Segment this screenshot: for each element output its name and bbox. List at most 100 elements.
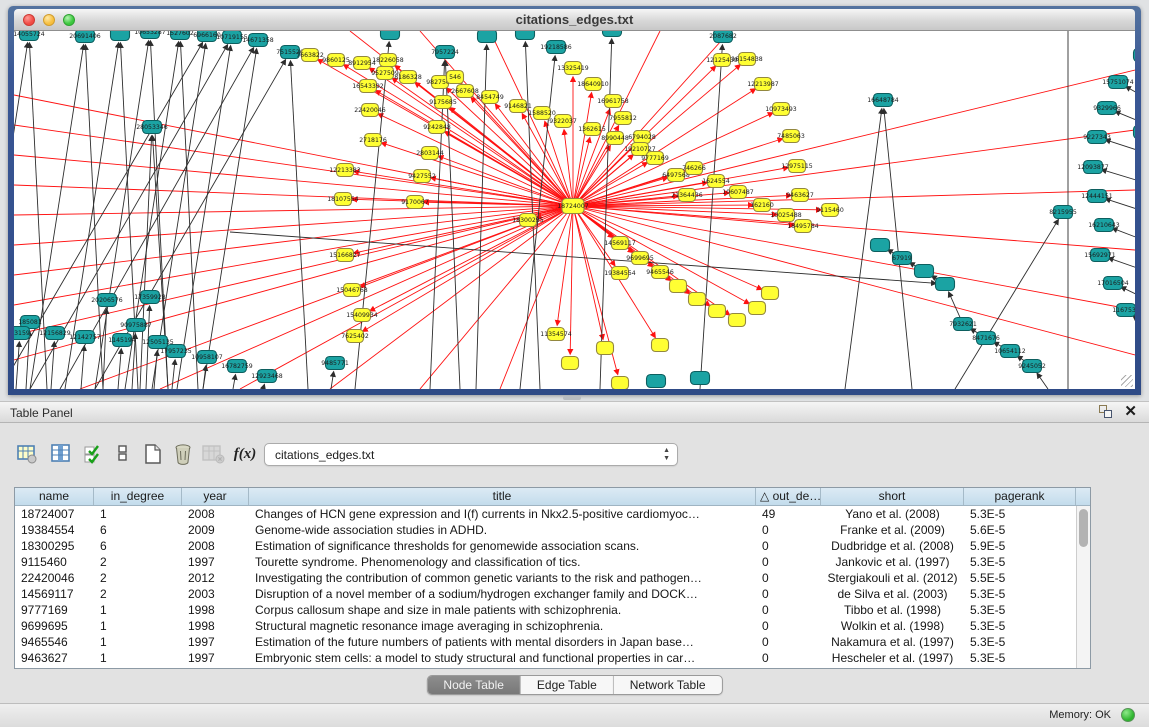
graph-node[interactable]: 13325419 — [557, 62, 589, 75]
graph-node[interactable]: 18724007 — [557, 199, 589, 214]
graph-node[interactable]: 2803144 — [416, 147, 444, 160]
graph-node[interactable]: 12093877 — [1077, 161, 1109, 174]
row-height-icon[interactable] — [110, 441, 136, 467]
graph-node[interactable]: 20691406 — [69, 31, 101, 43]
graph-node[interactable]: 17359928 — [134, 291, 166, 304]
graph-node[interactable] — [709, 305, 726, 318]
graph-node[interactable]: 7485063 — [777, 130, 805, 143]
graph-node[interactable]: 28053346 — [136, 121, 168, 134]
graph-node[interactable] — [729, 314, 746, 327]
graph-node[interactable]: 33159 — [14, 327, 30, 340]
new-table-icon[interactable] — [140, 441, 166, 467]
graph-node[interactable]: 67919 — [892, 252, 912, 265]
tab-node-table[interactable]: Node Table — [427, 676, 521, 694]
graph-node[interactable] — [1134, 126, 1136, 139]
window-resize-grip[interactable] — [1121, 375, 1133, 387]
graph-node[interactable]: 16782759 — [221, 360, 253, 373]
graph-node[interactable]: 14055724 — [14, 31, 45, 41]
graph-node[interactable]: 1362615 — [578, 123, 606, 136]
graph-node[interactable]: 7932621 — [949, 318, 977, 331]
column-header-name[interactable]: name — [15, 488, 94, 505]
graph-node[interactable]: 6794028 — [628, 131, 656, 144]
table-vertical-scrollbar[interactable] — [1076, 506, 1090, 668]
graph-node[interactable]: 8471676 — [972, 332, 1000, 345]
memory-indicator[interactable] — [1121, 708, 1135, 722]
graph-node[interactable] — [670, 280, 687, 293]
graph-node[interactable]: 546 — [447, 71, 464, 84]
graph-node[interactable] — [691, 372, 710, 385]
table-row[interactable]: 977716911998Corpus callosum shape and si… — [15, 602, 1090, 618]
graph-node[interactable]: 10653287 — [134, 31, 166, 39]
graph-node[interactable]: 15409934 — [346, 309, 378, 322]
graph-node[interactable] — [762, 287, 779, 300]
graph-node[interactable]: 9175685 — [429, 96, 457, 109]
graph-node[interactable]: 18226058 — [372, 54, 404, 67]
table-row[interactable]: 1456911722003Disruption of a novel membe… — [15, 586, 1090, 602]
graph-node[interactable]: 15166827 — [329, 249, 361, 262]
graph-node[interactable]: 12975115 — [781, 160, 813, 173]
column-header-short[interactable]: short — [821, 488, 964, 505]
graph-node[interactable]: 9485771 — [321, 357, 349, 370]
graph-node[interactable] — [915, 265, 934, 278]
graph-node[interactable]: 746266 — [682, 162, 706, 175]
graph-node[interactable]: 8215955 — [1049, 206, 1077, 219]
function-builder-icon[interactable]: f(x) — [232, 441, 258, 467]
graph-node[interactable]: 20206576 — [91, 294, 123, 307]
graph-node[interactable]: 1167533 — [1112, 304, 1135, 317]
table-row[interactable]: 946554611997Estimation of the future num… — [15, 634, 1090, 650]
table-row[interactable]: 2242004622012Investigating the contribut… — [15, 570, 1090, 586]
graph-node[interactable]: 16961758 — [597, 95, 629, 108]
graph-node[interactable] — [871, 239, 890, 252]
graph-node[interactable] — [749, 302, 766, 315]
graph-node[interactable] — [478, 31, 497, 43]
graph-node[interactable]: 9329966 — [1093, 102, 1121, 115]
graph-node[interactable] — [603, 31, 622, 37]
graph-node[interactable] — [597, 342, 614, 355]
table-row[interactable]: 911546021997Tourette syndrome. Phenomeno… — [15, 554, 1090, 570]
column-visibility-icon[interactable] — [48, 441, 74, 467]
graph-node[interactable]: 8990448 — [601, 132, 629, 145]
graph-node[interactable]: 17016504 — [1097, 277, 1129, 290]
graph-node[interactable]: 22420046 — [354, 104, 386, 117]
column-header-out_de[interactable]: △ out_de… — [756, 488, 821, 505]
column-header-in_degree[interactable]: in_degree — [94, 488, 182, 505]
graph-node[interactable]: 10654112 — [994, 345, 1026, 358]
graph-node[interactable] — [936, 278, 955, 291]
graph-node[interactable]: 2087682 — [709, 31, 737, 43]
tab-edge-table[interactable]: Edge Table — [521, 676, 614, 694]
graph-node[interactable]: 12213987 — [747, 78, 779, 91]
table-selector-dropdown[interactable]: citations_edges.txt ▲▼ — [264, 443, 678, 466]
graph-node[interactable]: 19218586 — [540, 41, 572, 54]
graph-node[interactable]: 11354574 — [540, 328, 572, 341]
graph-node[interactable] — [516, 31, 535, 40]
table-row[interactable]: 1872400712008Changes of HCN gene express… — [15, 506, 1090, 522]
table-row[interactable]: 1938455462009Genome-wide association stu… — [15, 522, 1090, 538]
window-titlebar[interactable]: citations_edges.txt — [14, 9, 1135, 31]
table-options-icon[interactable] — [14, 441, 40, 467]
table-row[interactable]: 969969511998Structural magnetic resonanc… — [15, 618, 1090, 634]
graph-node[interactable]: 9115460 — [816, 204, 844, 217]
column-header-title[interactable]: title — [249, 488, 756, 505]
graph-node[interactable]: 15692971 — [1084, 249, 1116, 262]
graph-node[interactable]: 18640910 — [577, 78, 609, 91]
graph-node[interactable] — [562, 357, 579, 370]
column-header-pagerank[interactable]: pagerank — [964, 488, 1076, 505]
graph-node[interactable]: 8454749 — [476, 91, 504, 104]
graph-node[interactable]: 9227343 — [1083, 131, 1111, 144]
graph-node[interactable] — [111, 31, 130, 41]
import-table-icon[interactable] — [200, 441, 226, 467]
graph-node[interactable]: 1527602 — [166, 31, 194, 40]
graph-node[interactable] — [689, 293, 706, 306]
graph-node[interactable]: 16648784 — [867, 94, 899, 107]
graph-node[interactable]: 10973493 — [765, 103, 797, 116]
graph-node[interactable]: 9245052 — [1018, 360, 1046, 373]
float-panel-icon[interactable] — [1099, 405, 1112, 418]
graph-node[interactable]: 16543392 — [352, 80, 384, 93]
graph-node[interactable]: 15751074 — [1102, 76, 1134, 89]
graph-node[interactable]: 162160 — [750, 199, 774, 212]
tab-network-table[interactable]: Network Table — [614, 676, 722, 694]
graph-node[interactable]: 2718176 — [359, 134, 387, 147]
graph-node[interactable] — [652, 339, 669, 352]
graph-node[interactable] — [1134, 49, 1136, 62]
graph-node[interactable]: 9170067 — [401, 196, 429, 209]
